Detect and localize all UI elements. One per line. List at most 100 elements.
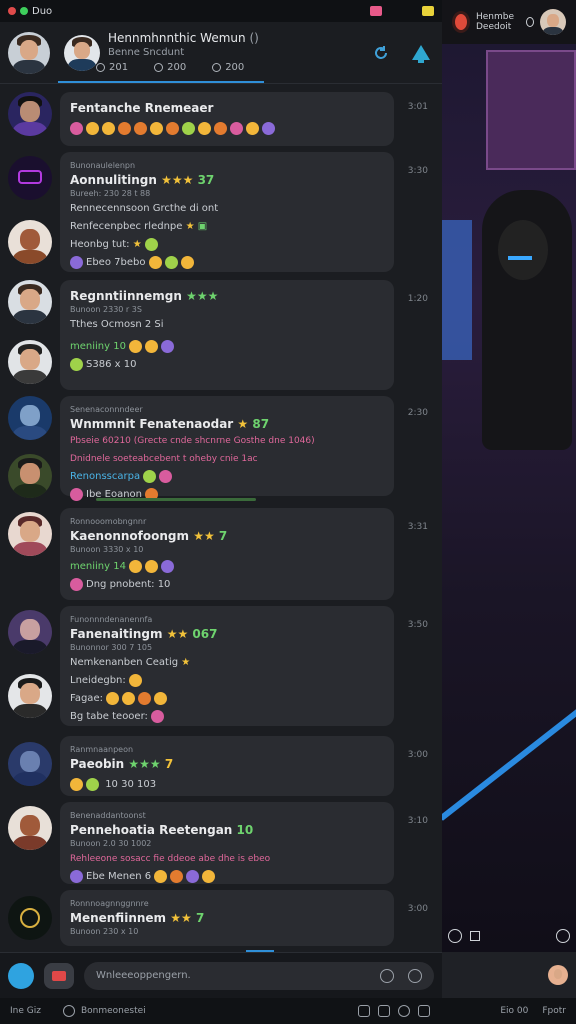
timestamp: 2:30 bbox=[407, 408, 428, 418]
emoji-icon[interactable] bbox=[408, 968, 422, 983]
emoji-row bbox=[70, 120, 384, 138]
headset bbox=[498, 220, 548, 280]
tab-1[interactable]: 201 bbox=[96, 62, 128, 73]
avatar[interactable] bbox=[8, 92, 52, 136]
message-header: Bunonaulelenpn bbox=[70, 161, 136, 170]
message-bubble[interactable]: Senenaconnndeer Wnmmnit Fenatenaodar ★ 8… bbox=[60, 396, 394, 501]
avatar[interactable] bbox=[8, 742, 52, 786]
avatar[interactable] bbox=[8, 280, 52, 324]
info-icon[interactable] bbox=[380, 968, 394, 983]
timestamp: 3:00 bbox=[407, 904, 428, 914]
message-input[interactable]: Wnleeeoppengern. bbox=[84, 961, 434, 990]
timestamp: 3:01 bbox=[407, 102, 428, 112]
message-header: Ronnooomobngnnr bbox=[70, 517, 147, 526]
timestamp: 3:31 bbox=[407, 522, 428, 532]
timestamp: 1:20 bbox=[407, 294, 428, 304]
message-header: Funonnndenanennfa bbox=[70, 615, 153, 624]
message-header: Ranmnaanpeon bbox=[70, 745, 134, 754]
bottom-right-label-2: Fpotr bbox=[542, 1006, 566, 1016]
settings-icon[interactable] bbox=[448, 929, 462, 943]
globe-icon[interactable] bbox=[398, 1005, 411, 1017]
timestamp: 3:30 bbox=[407, 166, 428, 176]
chat-subtitle: Benne Sncdunt bbox=[108, 47, 185, 58]
tab-3[interactable]: 200 bbox=[212, 62, 244, 73]
video-subtitle: Deedoit bbox=[475, 22, 512, 32]
avatar[interactable] bbox=[548, 965, 568, 985]
menu-icon[interactable] bbox=[418, 1005, 431, 1017]
poster-image bbox=[486, 50, 576, 170]
avatar[interactable] bbox=[8, 340, 52, 384]
search-icon[interactable] bbox=[526, 17, 534, 27]
contact-avatar[interactable] bbox=[64, 34, 100, 71]
led-strip bbox=[442, 705, 576, 821]
message-bubble[interactable]: Ronnooomobngnnr Kaenonnofoongm ★★ 7 Buno… bbox=[60, 508, 394, 600]
sender-name: Regnntiinnemgn ★★★ bbox=[70, 289, 219, 303]
scroll-indicator[interactable] bbox=[96, 498, 256, 501]
avatar[interactable] bbox=[8, 156, 52, 200]
attach-button[interactable] bbox=[8, 962, 34, 989]
message-row: Ronnnoagnnggnnre Menenfiinnem ★★ 7 Bunoo… bbox=[0, 890, 442, 946]
video-panel[interactable]: Henmbe Deedoit bbox=[442, 0, 576, 998]
message-bubble[interactable]: Ronnnoagnnggnnre Menenfiinnem ★★ 7 Bunoo… bbox=[60, 890, 394, 946]
sender-name: Pennehoatia Reetengan 10 bbox=[70, 823, 254, 837]
message-bubble[interactable]: Regnntiinnemgn ★★★ Bunoon 2330 r 3S Tthe… bbox=[60, 280, 394, 390]
bottom-right-label-1: Eio 00 bbox=[500, 1006, 529, 1016]
settings-icon[interactable] bbox=[358, 1005, 371, 1017]
message-header: Senenaconnndeer bbox=[70, 405, 143, 414]
chat-column: Hennmhnnthic Wemun () Benne Sncdunt 201 … bbox=[0, 22, 442, 1024]
bottom-bar: Ine Giz Bonmeonestei Eio 00 Fpotr bbox=[0, 998, 576, 1024]
sender-name: Fentanche Rnemeaer bbox=[70, 101, 214, 115]
message-bubble[interactable]: Fentanche Rnemeaer bbox=[60, 92, 394, 146]
headset-light bbox=[508, 256, 532, 260]
timestamp: 3:00 bbox=[407, 750, 428, 760]
refresh-icon[interactable] bbox=[372, 44, 390, 62]
info-icon[interactable] bbox=[556, 929, 570, 943]
message-row: Ronnooomobngnnr Kaenonnofoongm ★★ 7 Buno… bbox=[0, 508, 442, 600]
message-bubble[interactable]: Bunonaulelenpn Aonnulitingn ★★★ 37 Buree… bbox=[60, 152, 394, 272]
sender-name: Menenfiinnem ★★ 7 bbox=[70, 911, 205, 925]
streamer-avatar[interactable] bbox=[540, 9, 566, 35]
tab-indicator bbox=[58, 81, 264, 83]
chat-icon bbox=[212, 63, 222, 72]
video-chat-input[interactable] bbox=[442, 952, 576, 998]
message-row: Senenaconnndeer Wnmmnit Fenatenaodar ★ 8… bbox=[0, 396, 442, 502]
user-avatar[interactable] bbox=[8, 31, 50, 74]
message-bubble[interactable]: Benenaddantoonst Pennehoatia Reetengan 1… bbox=[60, 802, 394, 884]
message-row: Ranmnaanpeon Paeobin ★★★ 7 10 30 103 3:0… bbox=[0, 736, 442, 796]
timestamp: 3:10 bbox=[407, 816, 428, 826]
status-dot-green bbox=[20, 7, 28, 15]
media-button[interactable] bbox=[44, 962, 74, 989]
bottom-center-label: Bonmeonestei bbox=[80, 1006, 146, 1016]
notification-icon[interactable] bbox=[370, 6, 382, 16]
sender-name: Aonnulitingn ★★★ 37 bbox=[70, 173, 215, 187]
message-bubble[interactable]: Funonnndenanennfa Fanenaitingm ★★ 067 Bu… bbox=[60, 606, 394, 726]
avatar[interactable] bbox=[8, 896, 52, 940]
tab-2[interactable]: 200 bbox=[154, 62, 186, 73]
video-icon bbox=[52, 970, 66, 981]
video-controls bbox=[442, 920, 576, 952]
message-header: Ronnnoagnnggnnre bbox=[70, 899, 149, 908]
tools-icon[interactable] bbox=[378, 1005, 391, 1017]
avatar[interactable] bbox=[8, 674, 52, 718]
bottom-left-label: Ine Giz bbox=[10, 1006, 41, 1016]
clock-icon bbox=[62, 1005, 75, 1017]
quality-icon[interactable] bbox=[470, 931, 480, 941]
avatar[interactable] bbox=[8, 220, 52, 264]
video-title: Henmbe bbox=[475, 12, 515, 22]
avatar[interactable] bbox=[8, 806, 52, 850]
avatar[interactable] bbox=[8, 396, 52, 440]
avatar[interactable] bbox=[8, 512, 52, 556]
message-row: Fentanche Rnemeaer 3:01 bbox=[0, 92, 442, 148]
monitor bbox=[442, 220, 472, 360]
sender-name: Fanenaitingm ★★ 067 bbox=[70, 627, 218, 641]
status-bar: Duo bbox=[0, 0, 442, 22]
sender-name: Kaenonnofoongm ★★ 7 bbox=[70, 529, 228, 543]
sender-name: Wnmmnit Fenatenaodar ★ 87 bbox=[70, 417, 270, 431]
avatar[interactable] bbox=[8, 610, 52, 654]
message-bubble[interactable]: Ranmnaanpeon Paeobin ★★★ 7 10 30 103 bbox=[60, 736, 394, 796]
composer: Wnleeeoppengern. bbox=[0, 952, 442, 998]
avatar[interactable] bbox=[8, 454, 52, 498]
video-header: Henmbe Deedoit bbox=[442, 0, 576, 44]
live-icon[interactable] bbox=[452, 11, 470, 33]
bell-icon[interactable] bbox=[408, 42, 434, 64]
